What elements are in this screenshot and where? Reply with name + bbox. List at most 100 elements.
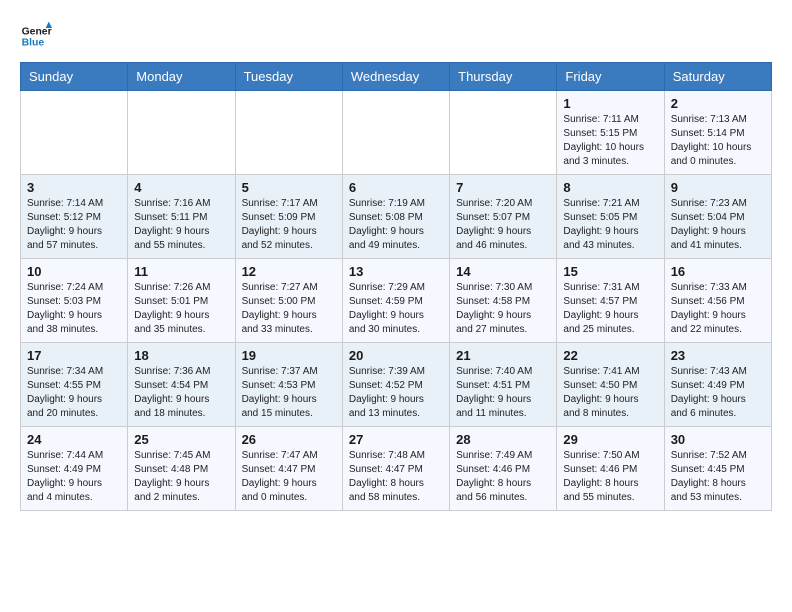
page-header: General Blue — [20, 20, 772, 52]
day-info: Sunrise: 7:41 AM Sunset: 4:50 PM Dayligh… — [563, 365, 657, 421]
day-info: Sunrise: 7:43 AM Sunset: 4:49 PM Dayligh… — [671, 365, 765, 421]
day-info: Sunrise: 7:40 AM Sunset: 4:51 PM Dayligh… — [456, 365, 550, 421]
day-number: 3 — [27, 180, 121, 195]
day-info: Sunrise: 7:39 AM Sunset: 4:52 PM Dayligh… — [349, 365, 443, 421]
calendar-cell: 24 Sunrise: 7:44 AM Sunset: 4:49 PM Dayli… — [21, 427, 128, 511]
calendar-week-row: 3 Sunrise: 7:14 AM Sunset: 5:12 PM Daylig… — [21, 175, 772, 259]
calendar-week-row: 24 Sunrise: 7:44 AM Sunset: 4:49 PM Dayli… — [21, 427, 772, 511]
weekday-header-row: SundayMondayTuesdayWednesdayThursdayFrid… — [21, 63, 772, 91]
calendar-cell: 20Sunrise: 7:39 AM Sunset: 4:52 PM Dayli… — [342, 343, 449, 427]
day-info: Sunrise: 7:47 AM Sunset: 4:47 PM Dayligh… — [242, 449, 336, 505]
day-info: Sunrise: 7:16 AM Sunset: 5:11 PM Dayligh… — [134, 197, 228, 253]
day-number: 2 — [671, 96, 765, 111]
day-info: Sunrise: 7:11 AM Sunset: 5:15 PM Dayligh… — [563, 113, 657, 169]
day-number: 17 — [27, 348, 121, 363]
day-number: 21 — [456, 348, 550, 363]
calendar-cell: 8Sunrise: 7:21 AM Sunset: 5:05 PM Daylig… — [557, 175, 664, 259]
day-number: 12 — [242, 264, 336, 279]
day-info: Sunrise: 7:23 AM Sunset: 5:04 PM Dayligh… — [671, 197, 765, 253]
calendar-cell: 11 Sunrise: 7:26 AM Sunset: 5:01 PM Dayli… — [128, 259, 235, 343]
weekday-header-cell: Sunday — [21, 63, 128, 91]
day-number: 25 — [134, 432, 228, 447]
calendar-cell: 22 Sunrise: 7:41 AM Sunset: 4:50 PM Dayli… — [557, 343, 664, 427]
day-info: Sunrise: 7:20 AM Sunset: 5:07 PM Dayligh… — [456, 197, 550, 253]
calendar-cell: 6 Sunrise: 7:19 AM Sunset: 5:08 PM Daylig… — [342, 175, 449, 259]
weekday-header-cell: Thursday — [450, 63, 557, 91]
calendar-cell: 15 Sunrise: 7:31 AM Sunset: 4:57 PM Dayli… — [557, 259, 664, 343]
day-number: 22 — [563, 348, 657, 363]
day-info: Sunrise: 7:13 AM Sunset: 5:14 PM Dayligh… — [671, 113, 765, 169]
day-number: 5 — [242, 180, 336, 195]
day-info: Sunrise: 7:17 AM Sunset: 5:09 PM Dayligh… — [242, 197, 336, 253]
day-number: 19 — [242, 348, 336, 363]
day-number: 30 — [671, 432, 765, 447]
day-number: 8 — [563, 180, 657, 195]
calendar-cell: 29Sunrise: 7:50 AM Sunset: 4:46 PM Dayli… — [557, 427, 664, 511]
calendar-cell: 3 Sunrise: 7:14 AM Sunset: 5:12 PM Daylig… — [21, 175, 128, 259]
calendar-cell — [21, 91, 128, 175]
calendar-cell: 9 Sunrise: 7:23 AM Sunset: 5:04 PM Daylig… — [664, 175, 771, 259]
day-number: 10 — [27, 264, 121, 279]
day-info: Sunrise: 7:48 AM Sunset: 4:47 PM Dayligh… — [349, 449, 443, 505]
svg-text:General: General — [22, 26, 52, 37]
calendar-cell: 13 Sunrise: 7:29 AM Sunset: 4:59 PM Dayli… — [342, 259, 449, 343]
calendar-cell: 1 Sunrise: 7:11 AM Sunset: 5:15 PM Daylig… — [557, 91, 664, 175]
calendar-week-row: 1 Sunrise: 7:11 AM Sunset: 5:15 PM Daylig… — [21, 91, 772, 175]
calendar-cell: 21 Sunrise: 7:40 AM Sunset: 4:51 PM Dayli… — [450, 343, 557, 427]
logo: General Blue — [20, 20, 56, 52]
day-info: Sunrise: 7:19 AM Sunset: 5:08 PM Dayligh… — [349, 197, 443, 253]
day-info: Sunrise: 7:14 AM Sunset: 5:12 PM Dayligh… — [27, 197, 121, 253]
day-info: Sunrise: 7:30 AM Sunset: 4:58 PM Dayligh… — [456, 281, 550, 337]
day-number: 13 — [349, 264, 443, 279]
calendar-cell: 30 Sunrise: 7:52 AM Sunset: 4:45 PM Dayli… — [664, 427, 771, 511]
calendar-week-row: 17 Sunrise: 7:34 AM Sunset: 4:55 PM Dayli… — [21, 343, 772, 427]
day-info: Sunrise: 7:52 AM Sunset: 4:45 PM Dayligh… — [671, 449, 765, 505]
calendar-cell: 25 Sunrise: 7:45 AM Sunset: 4:48 PM Dayli… — [128, 427, 235, 511]
day-info: Sunrise: 7:50 AM Sunset: 4:46 PM Dayligh… — [563, 449, 657, 505]
day-number: 4 — [134, 180, 228, 195]
calendar-cell: 19 Sunrise: 7:37 AM Sunset: 4:53 PM Dayli… — [235, 343, 342, 427]
day-number: 7 — [456, 180, 550, 195]
day-info: Sunrise: 7:26 AM Sunset: 5:01 PM Dayligh… — [134, 281, 228, 337]
calendar-week-row: 10 Sunrise: 7:24 AM Sunset: 5:03 PM Dayli… — [21, 259, 772, 343]
day-number: 1 — [563, 96, 657, 111]
day-number: 18 — [134, 348, 228, 363]
day-number: 15 — [563, 264, 657, 279]
calendar-cell: 23 Sunrise: 7:43 AM Sunset: 4:49 PM Dayli… — [664, 343, 771, 427]
weekday-header-cell: Wednesday — [342, 63, 449, 91]
day-number: 6 — [349, 180, 443, 195]
day-info: Sunrise: 7:45 AM Sunset: 4:48 PM Dayligh… — [134, 449, 228, 505]
calendar-cell: 27 Sunrise: 7:48 AM Sunset: 4:47 PM Dayli… — [342, 427, 449, 511]
day-info: Sunrise: 7:34 AM Sunset: 4:55 PM Dayligh… — [27, 365, 121, 421]
calendar-table: SundayMondayTuesdayWednesdayThursdayFrid… — [20, 62, 772, 511]
day-info: Sunrise: 7:49 AM Sunset: 4:46 PM Dayligh… — [456, 449, 550, 505]
calendar-cell: 10 Sunrise: 7:24 AM Sunset: 5:03 PM Dayli… — [21, 259, 128, 343]
day-number: 24 — [27, 432, 121, 447]
day-info: Sunrise: 7:27 AM Sunset: 5:00 PM Dayligh… — [242, 281, 336, 337]
calendar-cell: 17 Sunrise: 7:34 AM Sunset: 4:55 PM Dayli… — [21, 343, 128, 427]
day-number: 26 — [242, 432, 336, 447]
day-info: Sunrise: 7:36 AM Sunset: 4:54 PM Dayligh… — [134, 365, 228, 421]
day-number: 27 — [349, 432, 443, 447]
weekday-header-cell: Tuesday — [235, 63, 342, 91]
calendar-cell: 12 Sunrise: 7:27 AM Sunset: 5:00 PM Dayli… — [235, 259, 342, 343]
calendar-cell: 28Sunrise: 7:49 AM Sunset: 4:46 PM Dayli… — [450, 427, 557, 511]
calendar-cell: 18 Sunrise: 7:36 AM Sunset: 4:54 PM Dayli… — [128, 343, 235, 427]
calendar-cell: 26 Sunrise: 7:47 AM Sunset: 4:47 PM Dayli… — [235, 427, 342, 511]
calendar-cell: 2 Sunrise: 7:13 AM Sunset: 5:14 PM Daylig… — [664, 91, 771, 175]
day-number: 23 — [671, 348, 765, 363]
day-info: Sunrise: 7:37 AM Sunset: 4:53 PM Dayligh… — [242, 365, 336, 421]
calendar-cell — [450, 91, 557, 175]
calendar-cell: 16Sunrise: 7:33 AM Sunset: 4:56 PM Dayli… — [664, 259, 771, 343]
weekday-header-cell: Saturday — [664, 63, 771, 91]
day-number: 9 — [671, 180, 765, 195]
calendar-cell: 14 Sunrise: 7:30 AM Sunset: 4:58 PM Dayli… — [450, 259, 557, 343]
day-info: Sunrise: 7:44 AM Sunset: 4:49 PM Dayligh… — [27, 449, 121, 505]
day-number: 14 — [456, 264, 550, 279]
weekday-header-cell: Friday — [557, 63, 664, 91]
calendar-cell: 5 Sunrise: 7:17 AM Sunset: 5:09 PM Daylig… — [235, 175, 342, 259]
day-info: Sunrise: 7:24 AM Sunset: 5:03 PM Dayligh… — [27, 281, 121, 337]
day-info: Sunrise: 7:31 AM Sunset: 4:57 PM Dayligh… — [563, 281, 657, 337]
day-info: Sunrise: 7:29 AM Sunset: 4:59 PM Dayligh… — [349, 281, 443, 337]
day-number: 11 — [134, 264, 228, 279]
